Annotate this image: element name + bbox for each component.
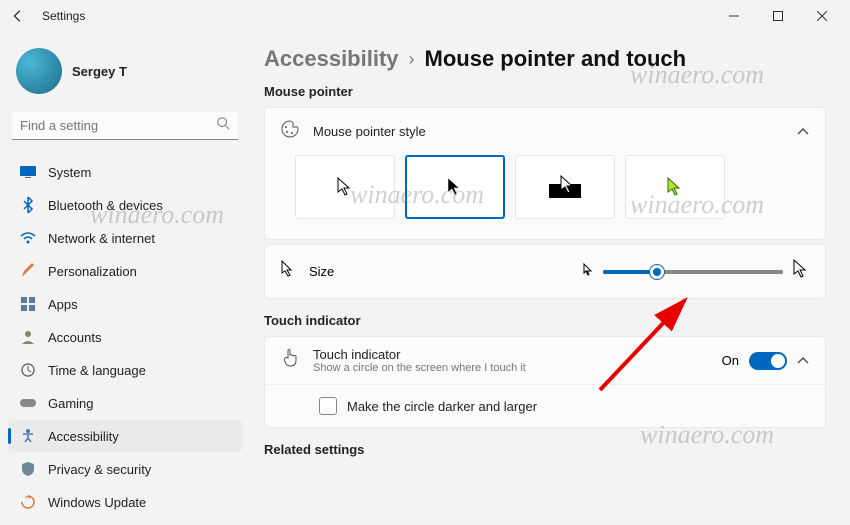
user-profile[interactable]: Sergey T <box>8 42 242 100</box>
bluetooth-icon <box>20 197 36 213</box>
clock-icon <box>20 362 36 378</box>
update-icon <box>20 494 36 510</box>
apps-icon <box>20 296 36 312</box>
cursor-large-icon <box>793 259 809 284</box>
pointer-style-black[interactable] <box>405 155 505 219</box>
search-input[interactable] <box>20 118 216 133</box>
mouse-pointer-style-card: Mouse pointer style <box>264 107 826 240</box>
style-label: Mouse pointer style <box>313 124 783 139</box>
nav-label: Windows Update <box>48 495 146 510</box>
palette-icon <box>281 120 299 143</box>
cursor-icon <box>281 260 295 283</box>
nav-label: Personalization <box>48 264 137 279</box>
maximize-button[interactable] <box>756 1 800 31</box>
pointer-style-inverted[interactable] <box>515 155 615 219</box>
sidebar: Sergey T System Bluetooth & devices Netw… <box>0 32 250 525</box>
breadcrumb-parent[interactable]: Accessibility <box>264 46 399 72</box>
app-title: Settings <box>42 9 85 23</box>
nav-item-accessibility[interactable]: Accessibility <box>8 420 242 452</box>
shield-icon <box>20 461 36 477</box>
touch-subtitle: Show a circle on the screen where I touc… <box>313 362 526 374</box>
accessibility-icon <box>20 428 36 444</box>
close-button[interactable] <box>800 1 844 31</box>
nav-item-gaming[interactable]: Gaming <box>8 387 242 419</box>
chevron-right-icon: › <box>409 49 415 70</box>
brush-icon <box>20 263 36 279</box>
cursor-small-icon <box>583 263 593 281</box>
touch-title: Touch indicator <box>313 347 526 362</box>
chevron-up-icon <box>797 123 809 141</box>
pointer-style-custom[interactable] <box>625 155 725 219</box>
nav-list: System Bluetooth & devices Network & int… <box>8 156 242 518</box>
darker-larger-row[interactable]: Make the circle darker and larger <box>265 384 825 427</box>
section-related-label: Related settings <box>264 442 826 457</box>
nav-item-bluetooth[interactable]: Bluetooth & devices <box>8 189 242 221</box>
size-label: Size <box>309 264 334 279</box>
section-touch-label: Touch indicator <box>264 313 826 328</box>
back-button[interactable] <box>6 4 30 28</box>
nav-label: Gaming <box>48 396 94 411</box>
search-box[interactable] <box>12 112 238 140</box>
touch-toggle[interactable] <box>749 352 787 370</box>
chevron-up-icon[interactable] <box>797 352 809 370</box>
touch-indicator-header[interactable]: Touch indicator Show a circle on the scr… <box>265 337 825 384</box>
nav-item-personalization[interactable]: Personalization <box>8 255 242 287</box>
size-slider[interactable] <box>603 270 783 274</box>
page-title: Mouse pointer and touch <box>425 46 687 72</box>
nav-label: Time & language <box>48 363 146 378</box>
nav-item-update[interactable]: Windows Update <box>8 486 242 518</box>
mouse-pointer-style-header[interactable]: Mouse pointer style <box>265 108 825 155</box>
touch-indicator-card: Touch indicator Show a circle on the scr… <box>264 336 826 428</box>
search-icon <box>216 116 230 135</box>
nav-label: Apps <box>48 297 78 312</box>
nav-item-privacy[interactable]: Privacy & security <box>8 453 242 485</box>
minimize-button[interactable] <box>712 1 756 31</box>
nav-label: Bluetooth & devices <box>48 198 163 213</box>
nav-label: Privacy & security <box>48 462 151 477</box>
checkbox-label: Make the circle darker and larger <box>347 399 537 414</box>
size-card: Size <box>264 244 826 299</box>
system-icon <box>20 164 36 180</box>
nav-item-system[interactable]: System <box>8 156 242 188</box>
nav-item-accounts[interactable]: Accounts <box>8 321 242 353</box>
darker-larger-checkbox[interactable] <box>319 397 337 415</box>
gaming-icon <box>20 395 36 411</box>
nav-item-apps[interactable]: Apps <box>8 288 242 320</box>
toggle-state-label: On <box>722 353 739 368</box>
nav-label: Accessibility <box>48 429 119 444</box>
nav-item-time[interactable]: Time & language <box>8 354 242 386</box>
section-mouse-pointer-label: Mouse pointer <box>264 84 826 99</box>
nav-label: System <box>48 165 91 180</box>
user-name: Sergey T <box>72 64 127 79</box>
breadcrumb: Accessibility › Mouse pointer and touch <box>264 46 826 72</box>
titlebar: Settings <box>0 0 850 32</box>
slider-thumb[interactable] <box>650 265 664 279</box>
main-content: Accessibility › Mouse pointer and touch … <box>250 32 850 525</box>
nav-label: Accounts <box>48 330 101 345</box>
accounts-icon <box>20 329 36 345</box>
nav-item-network[interactable]: Network & internet <box>8 222 242 254</box>
pointer-style-white[interactable] <box>295 155 395 219</box>
wifi-icon <box>20 230 36 246</box>
touch-icon <box>281 348 299 373</box>
avatar <box>16 48 62 94</box>
nav-label: Network & internet <box>48 231 155 246</box>
